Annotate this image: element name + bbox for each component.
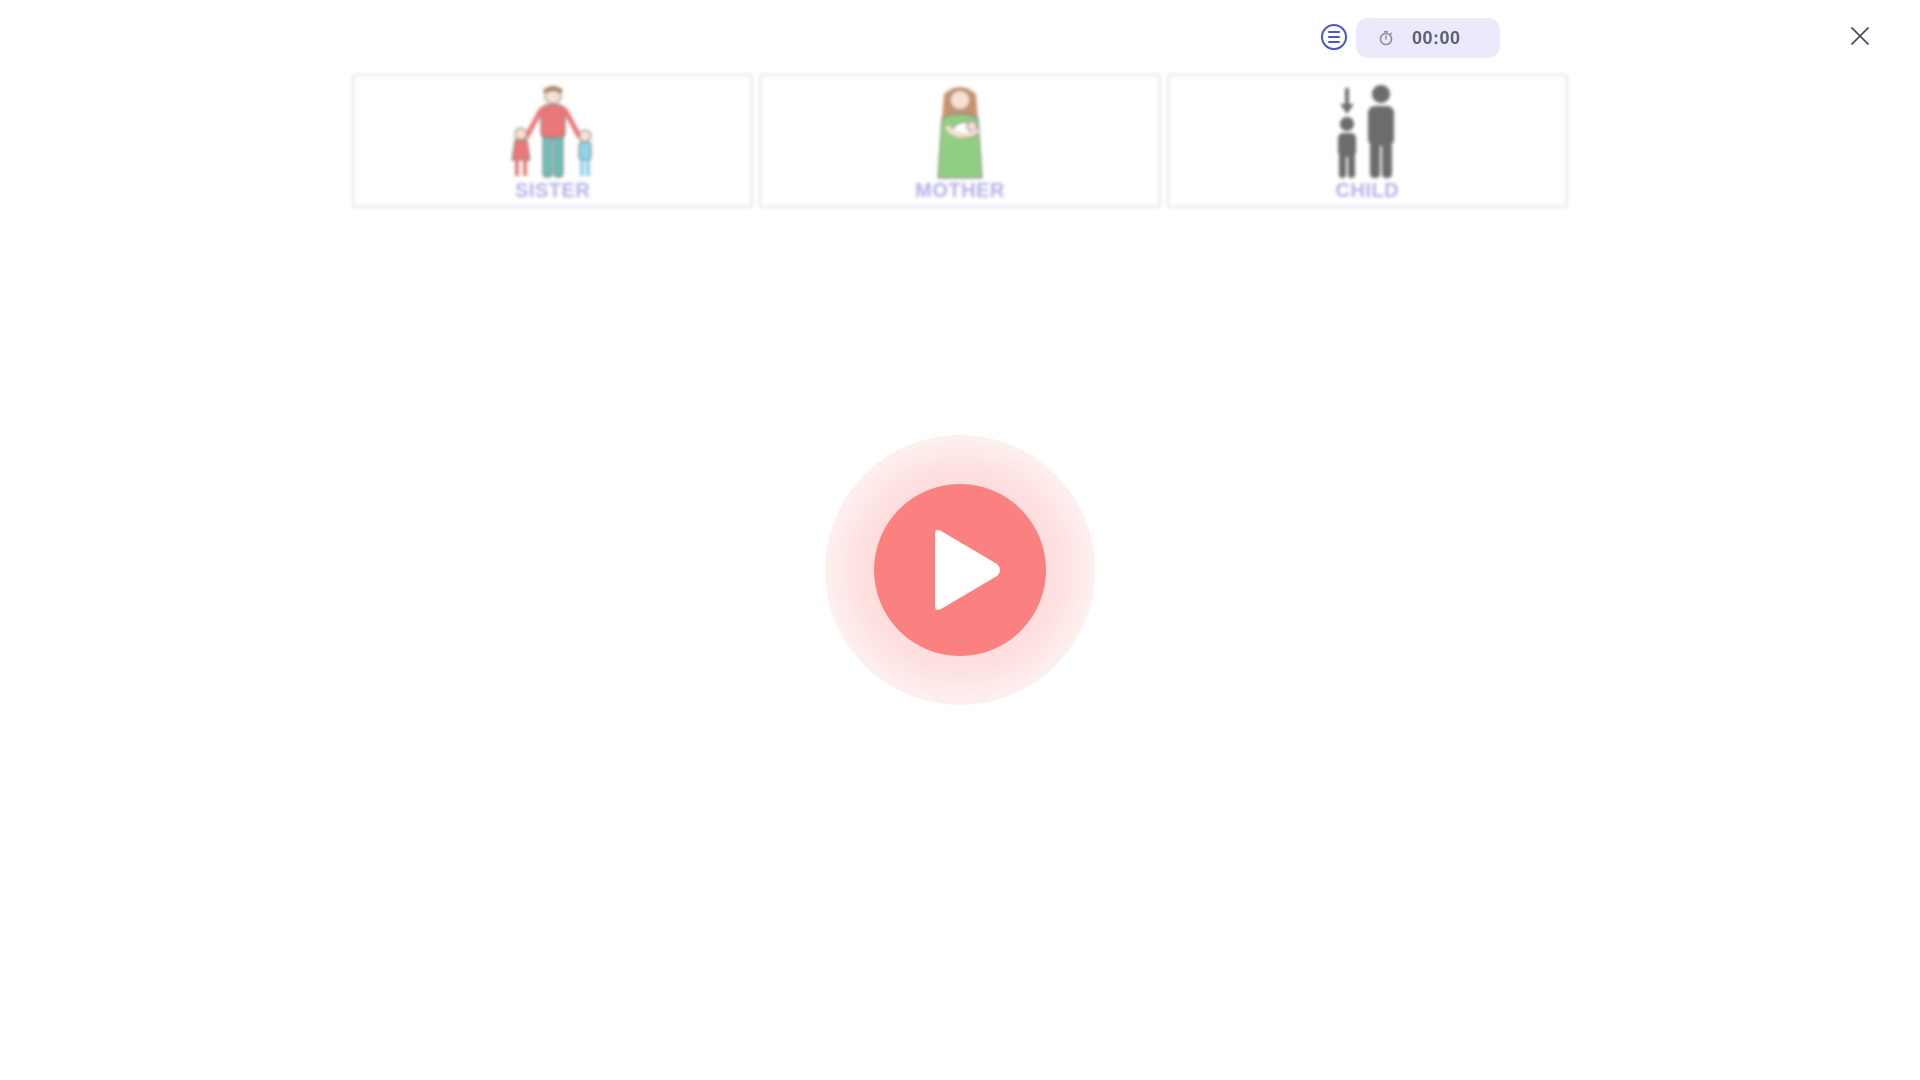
card-mother[interactable]: MOTHER (759, 74, 1161, 208)
mother-with-baby-icon (937, 87, 983, 179)
close-icon[interactable] (1846, 22, 1874, 50)
card-label: CHILD (1335, 180, 1400, 202)
stopwatch-icon (1379, 30, 1393, 46)
timer: 00:00 (1356, 18, 1500, 58)
game-stage: 00:00 SISTER MOTHER CHILD (0, 0, 1920, 1080)
timer-value: 00:00 (1412, 27, 1461, 48)
card-child[interactable]: CHILD (1166, 74, 1568, 208)
play-button[interactable] (874, 484, 1046, 656)
menu-button[interactable] (1321, 24, 1347, 50)
card-label: SISTER (515, 180, 591, 202)
family-group-icon (511, 86, 592, 178)
card-label: MOTHER (915, 180, 1005, 202)
child-adult-icon (1338, 85, 1395, 178)
play-icon (935, 530, 1000, 610)
answer-cards: SISTER MOTHER CHILD (352, 74, 1568, 208)
list-menu-icon (1328, 31, 1340, 43)
card-sister[interactable]: SISTER (352, 74, 754, 208)
